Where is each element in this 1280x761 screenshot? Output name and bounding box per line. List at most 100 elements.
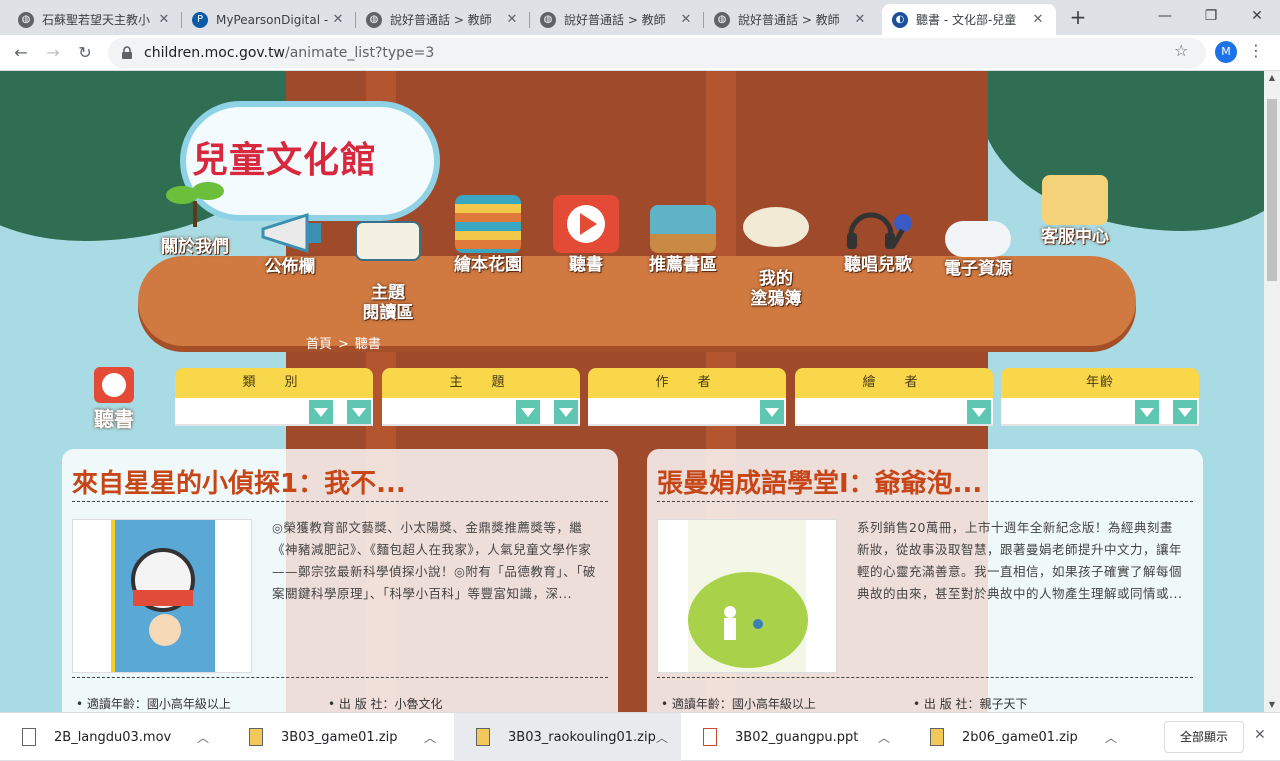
megaphone-icon — [257, 211, 323, 255]
chevron-up-icon[interactable]: ︿ — [656, 729, 681, 746]
close-icon[interactable]: ✕ — [504, 12, 520, 27]
headphones-microphone-icon — [845, 205, 912, 253]
filter-category[interactable]: 類 別 — [175, 368, 373, 428]
book-card[interactable]: 來自星星的小偵探1：我不... ◎榮獲教育部文藝獎、小太陽獎、金鼎獎推薦獎等，繼… — [62, 449, 618, 712]
globe-icon: ◍ — [714, 11, 730, 28]
scroll-up-icon[interactable]: ▲ — [1264, 71, 1280, 85]
back-button[interactable]: ← — [8, 40, 34, 66]
globe-icon: ◍ — [366, 11, 382, 28]
book-age: • 適讀年齡：國小高年級以上 — [661, 697, 816, 711]
nav-sing-songs[interactable]: 聽唱兒歌 — [836, 205, 920, 275]
scrollbar-thumb[interactable] — [1267, 99, 1277, 281]
url-host: children.moc.gov.tw — [144, 45, 286, 61]
nav-listen-books[interactable]: 聽書 — [552, 195, 620, 275]
play-button-icon — [553, 195, 619, 253]
chevron-down-icon[interactable] — [760, 400, 784, 424]
filter-illustrator[interactable]: 繪 者 — [795, 368, 993, 428]
filter-select[interactable] — [382, 398, 580, 426]
book-cover[interactable] — [72, 519, 252, 673]
chevron-down-icon[interactable] — [516, 400, 540, 424]
nav-my-doodle[interactable]: 我的 塗鴉簿 — [740, 187, 812, 309]
bookmark-star-icon[interactable]: ☆ — [1174, 41, 1188, 60]
globe-icon: ◍ — [540, 11, 556, 28]
close-icon[interactable]: ✕ — [156, 12, 172, 27]
address-bar[interactable]: children.moc.gov.tw/animate_list?type=3 — [108, 38, 1206, 68]
new-tab-button[interactable]: + — [1066, 6, 1090, 30]
chevron-down-icon[interactable] — [1135, 400, 1159, 424]
ppt-icon — [703, 728, 717, 746]
open-book-icon — [355, 221, 421, 261]
window-close-button[interactable]: ✕ — [1234, 0, 1280, 32]
sprout-icon — [162, 171, 228, 235]
section-title: 聽書 — [94, 407, 134, 431]
book-title[interactable]: 張曼娟成語學堂Ⅰ：爺爺泡... — [657, 463, 982, 500]
play-button-icon — [94, 367, 134, 403]
reload-button[interactable]: ↻ — [72, 40, 98, 66]
maximize-button[interactable]: ❐ — [1188, 0, 1234, 32]
browser-tab[interactable]: ◍ 石蘇聖若望天主教小 ✕ — [8, 4, 182, 35]
chevron-down-icon[interactable] — [347, 400, 371, 424]
nav-customer-service[interactable]: 客服中心 — [1032, 175, 1118, 247]
download-item[interactable]: 3B03_game01.zip ︿ — [227, 713, 454, 761]
close-icon[interactable]: ✕ — [330, 12, 346, 27]
tree-leaves-right — [980, 71, 1264, 231]
zip-icon — [249, 728, 263, 746]
browser-tab-active[interactable]: ◐ 聽書 - 文化部-兒童 ✕ — [882, 4, 1056, 35]
chevron-up-icon[interactable]: ︿ — [424, 729, 454, 746]
nav-about[interactable]: 關於我們 — [150, 171, 240, 257]
filter-theme[interactable]: 主 題 — [382, 368, 580, 428]
book-card[interactable]: 張曼娟成語學堂Ⅰ：爺爺泡... 系列銷售20萬冊，上市十週年全新紀念版！為經典刻… — [647, 449, 1203, 712]
breadcrumb: 首頁 > 聽書 — [306, 337, 381, 352]
paint-palette-icon — [743, 207, 809, 247]
cloud-download-icon — [945, 221, 1011, 257]
chevron-down-icon[interactable] — [554, 400, 578, 424]
close-icon[interactable]: ✕ — [1030, 12, 1046, 27]
filter-select[interactable] — [175, 398, 373, 426]
filter-select[interactable] — [588, 398, 786, 426]
breadcrumb-home[interactable]: 首頁 — [306, 337, 332, 352]
nav-recommended-books[interactable]: 推薦書區 — [640, 205, 726, 275]
profile-avatar[interactable]: M — [1215, 41, 1237, 63]
filter-label: 作 者 — [588, 368, 786, 398]
close-icon[interactable]: ✕ — [1254, 727, 1266, 743]
nav-bulletin[interactable]: 公佈欄 — [252, 211, 328, 277]
close-icon[interactable]: ✕ — [678, 12, 694, 27]
minimize-button[interactable]: — — [1142, 0, 1188, 32]
chevron-down-icon[interactable] — [309, 400, 333, 424]
book-cover[interactable] — [657, 519, 837, 673]
chevron-down-icon[interactable] — [967, 400, 991, 424]
lock-icon — [122, 46, 132, 59]
forward-button[interactable]: → — [40, 40, 66, 66]
browser-menu-icon[interactable]: ⋮ — [1248, 41, 1264, 60]
download-item[interactable]: 2B_langdu03.mov ︿ — [0, 713, 227, 761]
download-item[interactable]: 3B02_guangpu.ppt ︿ — [681, 713, 908, 761]
filter-select[interactable] — [795, 398, 993, 426]
browser-tab[interactable]: ◍ 說好普通話 > 教師 ✕ — [530, 4, 704, 35]
browser-tab[interactable]: ◍ 說好普通話 > 教師 ✕ — [356, 4, 530, 35]
nav-e-resources[interactable]: 電子資源 — [936, 221, 1020, 279]
book-description: ◎榮獲教育部文藝獎、小太陽獎、金鼎獎推薦獎等，繼《神豬減肥記》、《麵包超人在我家… — [272, 520, 596, 601]
filter-label: 主 題 — [382, 368, 580, 398]
chevron-up-icon[interactable]: ︿ — [1105, 729, 1135, 746]
close-icon[interactable]: ✕ — [852, 12, 868, 27]
filter-age[interactable]: 年齡 — [1001, 368, 1199, 428]
download-item[interactable]: 3B03_raokouling01.zip ︿ — [454, 713, 681, 761]
browser-tab[interactable]: ◍ 說好普通話 > 教師 ✕ — [704, 4, 878, 35]
nav-theme-reading[interactable]: 主題 閱讀區 — [350, 201, 426, 323]
book-title[interactable]: 來自星星的小偵探1：我不... — [72, 463, 406, 500]
divider — [657, 677, 1193, 678]
chevron-up-icon[interactable]: ︿ — [878, 729, 908, 746]
chevron-up-icon[interactable]: ︿ — [197, 729, 227, 746]
book-age: • 適讀年齡：國小高年級以上 — [76, 697, 231, 711]
show-all-downloads-button[interactable]: 全部顯示 — [1164, 721, 1244, 753]
scroll-down-icon[interactable]: ▼ — [1264, 698, 1280, 712]
filter-select[interactable] — [1001, 398, 1199, 426]
filter-author[interactable]: 作 者 — [588, 368, 786, 428]
nav-picture-book-garden[interactable]: 繪本花園 — [446, 195, 530, 275]
download-item[interactable]: 2b06_game01.zip ︿ — [908, 713, 1135, 761]
globe-icon: ◍ — [18, 11, 34, 28]
page-scrollbar[interactable]: ▲ ▼ — [1264, 71, 1280, 712]
browser-tab[interactable]: P MyPearsonDigital - ✕ — [182, 4, 356, 35]
chevron-down-icon[interactable] — [1173, 400, 1197, 424]
section-badge: 聽書 — [86, 367, 142, 431]
